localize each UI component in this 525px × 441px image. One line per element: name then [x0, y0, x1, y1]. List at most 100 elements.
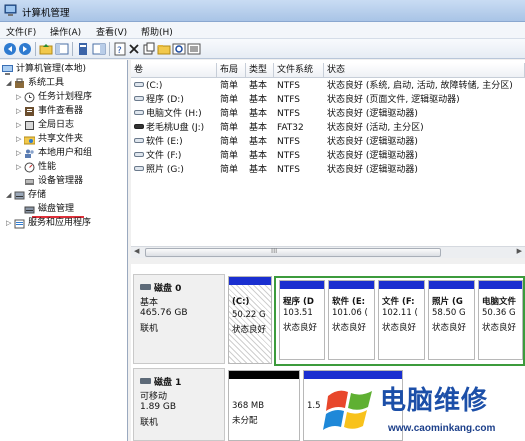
- scroll-left-icon[interactable]: ◀: [134, 247, 139, 255]
- volume-type: 基本: [249, 95, 268, 105]
- menu-view[interactable]: 查看(V): [96, 25, 127, 38]
- disk-name: 磁盘 1: [154, 378, 182, 388]
- tree-label: 本地用户和组: [38, 148, 93, 158]
- partition-status: 状态良好: [482, 323, 517, 333]
- show-tree-icon[interactable]: [55, 42, 69, 56]
- volume-filesystem: NTFS: [277, 165, 300, 175]
- scrollbar-thumb[interactable]: [145, 248, 441, 257]
- partition-label: 程序 (D: [283, 297, 314, 307]
- svg-text:?: ?: [117, 46, 122, 56]
- search-icon[interactable]: [172, 42, 186, 56]
- volume-layout: 简单: [220, 165, 239, 175]
- help-icon[interactable]: ?: [113, 42, 127, 56]
- window-title: 计算机管理: [22, 8, 70, 19]
- unallocated-label: 未分配: [232, 416, 258, 426]
- back-icon[interactable]: [3, 42, 17, 56]
- partition-bar: [329, 281, 374, 289]
- column-header-status[interactable]: 状态: [324, 63, 525, 78]
- volume-status: 状态良好 (页面文件, 逻辑驱动器): [327, 95, 460, 105]
- volume-type: 基本: [249, 123, 268, 133]
- users-icon: [25, 149, 34, 158]
- volume-type: 基本: [249, 151, 268, 161]
- scroll-right-icon[interactable]: ▶: [517, 247, 522, 255]
- copy-icon[interactable]: [142, 42, 156, 56]
- expand-arrow-icon[interactable]: ◢: [6, 189, 14, 202]
- tree-label: 计算机管理(本地): [16, 64, 87, 74]
- partition-bar: [429, 281, 474, 289]
- volume-name: (C:): [146, 81, 163, 91]
- services-icon: [14, 219, 25, 229]
- horizontal-scrollbar[interactable]: ◀ III ▶: [131, 246, 525, 258]
- volume-filesystem: NTFS: [277, 137, 300, 147]
- volume-icon: [134, 82, 144, 87]
- menu-action[interactable]: 操作(A): [50, 25, 81, 38]
- disk-type: 基本: [140, 298, 159, 308]
- view-icon[interactable]: [187, 42, 201, 56]
- collapse-arrow-icon[interactable]: ▷: [16, 91, 24, 104]
- partition-e[interactable]: 软件 (E: 101.06 ( 状态良好: [328, 280, 375, 360]
- removable-disk-icon: [140, 378, 151, 384]
- collapse-arrow-icon[interactable]: ▷: [16, 161, 24, 174]
- partition-f[interactable]: 文件 (F: 102.11 ( 状态良好: [378, 280, 425, 360]
- collapse-arrow-icon[interactable]: ▷: [16, 147, 24, 160]
- disk-0-info[interactable]: 磁盘 0 基本 465.76 GB 联机: [133, 274, 225, 364]
- menu-bar: 文件(F) 操作(A) 查看(V) 帮助(H): [0, 22, 525, 39]
- table-row[interactable]: 软件 (E:): [134, 136, 217, 149]
- show-pane-icon[interactable]: [92, 42, 106, 56]
- up-folder-icon[interactable]: [39, 42, 53, 56]
- volume-filesystem: NTFS: [277, 151, 300, 161]
- menu-file[interactable]: 文件(F): [6, 25, 36, 38]
- tree-label: 性能: [38, 162, 57, 172]
- partition-status: 状态良好: [332, 323, 367, 333]
- table-row[interactable]: 老毛桃U盘 (J:): [134, 122, 217, 135]
- partition-size: 50.22 G: [232, 310, 266, 320]
- partition-size: 102.11 (: [382, 308, 418, 318]
- table-row[interactable]: 程序 (D:): [134, 94, 217, 107]
- column-header-layout[interactable]: 布局: [217, 63, 246, 78]
- disk-1-info[interactable]: 磁盘 1 可移动 1.89 GB 联机: [133, 368, 225, 441]
- toolbar-separator: [35, 42, 36, 56]
- table-row[interactable]: 文件 (F:): [134, 150, 217, 163]
- tree-label: 全局日志: [38, 120, 75, 130]
- volume-status: 状态良好 (逻辑驱动器): [327, 137, 418, 147]
- computer-management-icon: [4, 4, 17, 16]
- partition-label: 文件 (F:: [382, 297, 415, 307]
- table-row[interactable]: (C:): [134, 80, 217, 93]
- volume-icon: [134, 152, 144, 157]
- tree-label: 磁盘管理: [38, 204, 75, 214]
- partition-h[interactable]: 电脑文件 50.36 G 状态良好: [478, 280, 523, 360]
- delete-icon[interactable]: [127, 42, 141, 56]
- collapse-arrow-icon[interactable]: ▷: [6, 217, 14, 230]
- partition-status: 状态良好: [232, 325, 267, 335]
- partition-g[interactable]: 照片 (G 58.50 G 状态良好: [428, 280, 475, 360]
- event-log-icon: [25, 107, 34, 116]
- volume-icon: [134, 138, 144, 143]
- collapse-arrow-icon[interactable]: ▷: [16, 133, 24, 146]
- shared-folder-icon: [24, 136, 35, 145]
- disk-name: 磁盘 0: [154, 284, 182, 294]
- properties-icon[interactable]: [76, 42, 90, 56]
- table-row[interactable]: 照片 (G:): [134, 164, 217, 177]
- partition-size: 50.36 G: [482, 308, 516, 318]
- volume-icon: [134, 166, 144, 171]
- volume-filesystem: NTFS: [277, 109, 300, 119]
- table-row[interactable]: 电脑文件 (H:): [134, 108, 217, 121]
- disk-icon: [140, 284, 151, 290]
- partition-label: 照片 (G: [432, 297, 463, 307]
- column-header-volume[interactable]: 卷: [131, 63, 217, 78]
- partition-c[interactable]: (C:) 50.22 G 状态良好: [228, 276, 272, 364]
- collapse-arrow-icon[interactable]: ▷: [16, 119, 24, 132]
- open-folder-icon[interactable]: [157, 42, 171, 56]
- column-header-type[interactable]: 类型: [246, 63, 274, 78]
- expand-arrow-icon[interactable]: ◢: [6, 77, 14, 90]
- volume-layout: 简单: [220, 151, 239, 161]
- column-header-filesystem[interactable]: 文件系统: [274, 63, 324, 78]
- unallocated-space[interactable]: 368 MB 未分配: [228, 370, 300, 441]
- volume-layout: 简单: [220, 137, 239, 147]
- collapse-arrow-icon[interactable]: ▷: [16, 105, 24, 118]
- volume-status: 状态良好 (逻辑驱动器): [327, 165, 418, 175]
- menu-help[interactable]: 帮助(H): [141, 25, 173, 38]
- partition-bar: [280, 281, 324, 289]
- partition-d[interactable]: 程序 (D 103.51 状态良好: [279, 280, 325, 360]
- forward-icon[interactable]: [18, 42, 32, 56]
